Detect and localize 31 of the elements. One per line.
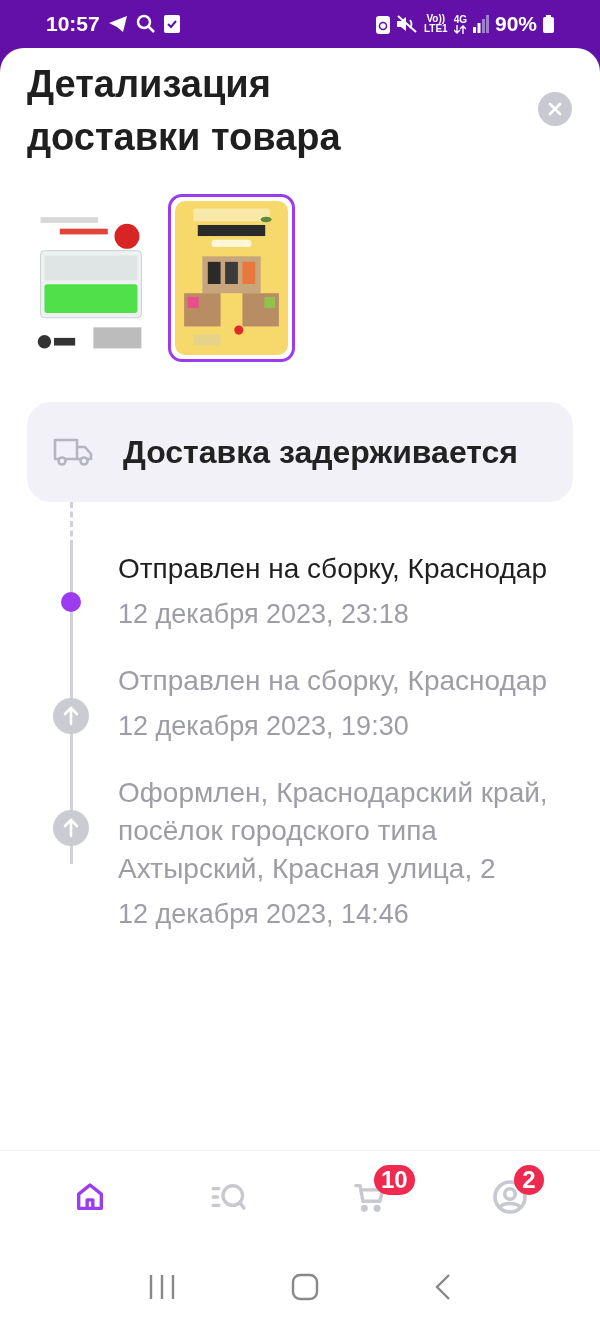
nav-tab[interactable]: 2 — [460, 1160, 560, 1233]
back-icon[interactable] — [434, 1273, 453, 1301]
lte-label: LTE1 — [423, 24, 448, 34]
sheet-title: Детализация доставки товара — [27, 62, 342, 160]
home-button-icon[interactable] — [291, 1273, 319, 1301]
network-label: 4G — [453, 14, 467, 25]
event-title: Отправлен на сборку, Краснодар — [118, 552, 547, 586]
clock: 10:57 — [46, 11, 100, 38]
event-title: Оформлен, Краснодарский край, посёлок городского типа Ахтырский, Красная улица, 2 — [118, 776, 549, 886]
recent-apps-icon[interactable] — [147, 1274, 176, 1300]
event-date: 12 декабря 2023, 14:46 — [118, 898, 410, 931]
checkbox-icon — [163, 15, 180, 33]
data-arrows-icon — [454, 24, 467, 34]
event-date: 12 декабря 2023, 23:18 — [118, 598, 410, 631]
search-icon — [135, 14, 156, 34]
delivery-status-label: Доставка задерживается — [123, 433, 518, 472]
paper-plane-icon — [107, 15, 128, 33]
volte-label: Vo)) — [426, 14, 446, 24]
nav-tab[interactable]: 10 — [320, 1160, 420, 1233]
mute-icon — [395, 15, 418, 33]
battery-percent: 90% — [494, 11, 537, 38]
event-title: Отправлен на сборку, Краснодар — [118, 664, 547, 698]
signal-icon — [472, 15, 489, 33]
truck-icon — [53, 437, 93, 467]
battery-saver-icon — [375, 14, 390, 34]
count-badge: 10 — [374, 1164, 415, 1195]
product-thumbnail[interactable] — [168, 194, 295, 362]
battery-icon — [543, 15, 554, 33]
event-date: 12 декабря 2023, 19:30 — [118, 710, 410, 743]
close-icon — [548, 102, 562, 116]
count-badge: 2 — [514, 1164, 544, 1195]
